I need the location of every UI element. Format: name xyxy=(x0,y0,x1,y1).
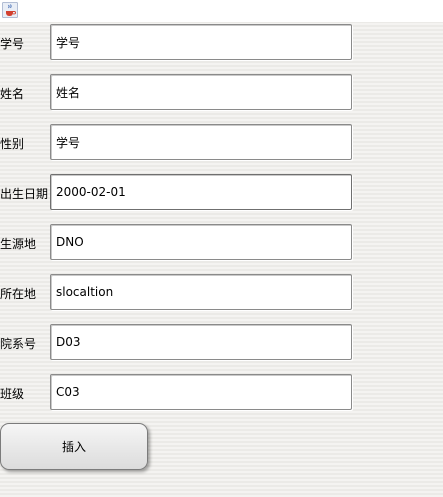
birth-date-field[interactable] xyxy=(50,174,352,210)
insert-button[interactable]: 插入 xyxy=(0,423,148,470)
name-field[interactable] xyxy=(50,74,352,110)
location-label: 所在地 xyxy=(0,287,37,301)
form-row-birth-date: 出生日期 xyxy=(0,174,443,212)
department-id-label: 院系号 xyxy=(0,337,37,351)
form-row-student-id: 学号 xyxy=(0,24,443,62)
location-field[interactable] xyxy=(50,274,352,310)
origin-field[interactable] xyxy=(50,224,352,260)
title-bar xyxy=(0,0,443,22)
form-row-location: 所在地 xyxy=(0,274,443,312)
class-label: 班级 xyxy=(0,387,25,401)
form-row-gender: 性别 xyxy=(0,124,443,162)
name-label: 姓名 xyxy=(0,87,25,101)
java-coffee-cup-icon[interactable] xyxy=(2,2,18,18)
student-id-label: 学号 xyxy=(0,37,25,51)
class-field[interactable] xyxy=(50,374,352,410)
form-row-name: 姓名 xyxy=(0,74,443,112)
form-row-department-id: 院系号 xyxy=(0,324,443,362)
gender-field[interactable] xyxy=(50,124,352,160)
student-id-field[interactable] xyxy=(50,24,352,60)
department-id-field[interactable] xyxy=(50,324,352,360)
form-row-origin: 生源地 xyxy=(0,224,443,262)
birth-date-label: 出生日期 xyxy=(0,187,49,201)
form-row-class: 班级 xyxy=(0,374,443,412)
origin-label: 生源地 xyxy=(0,237,37,251)
gender-label: 性别 xyxy=(0,137,25,151)
